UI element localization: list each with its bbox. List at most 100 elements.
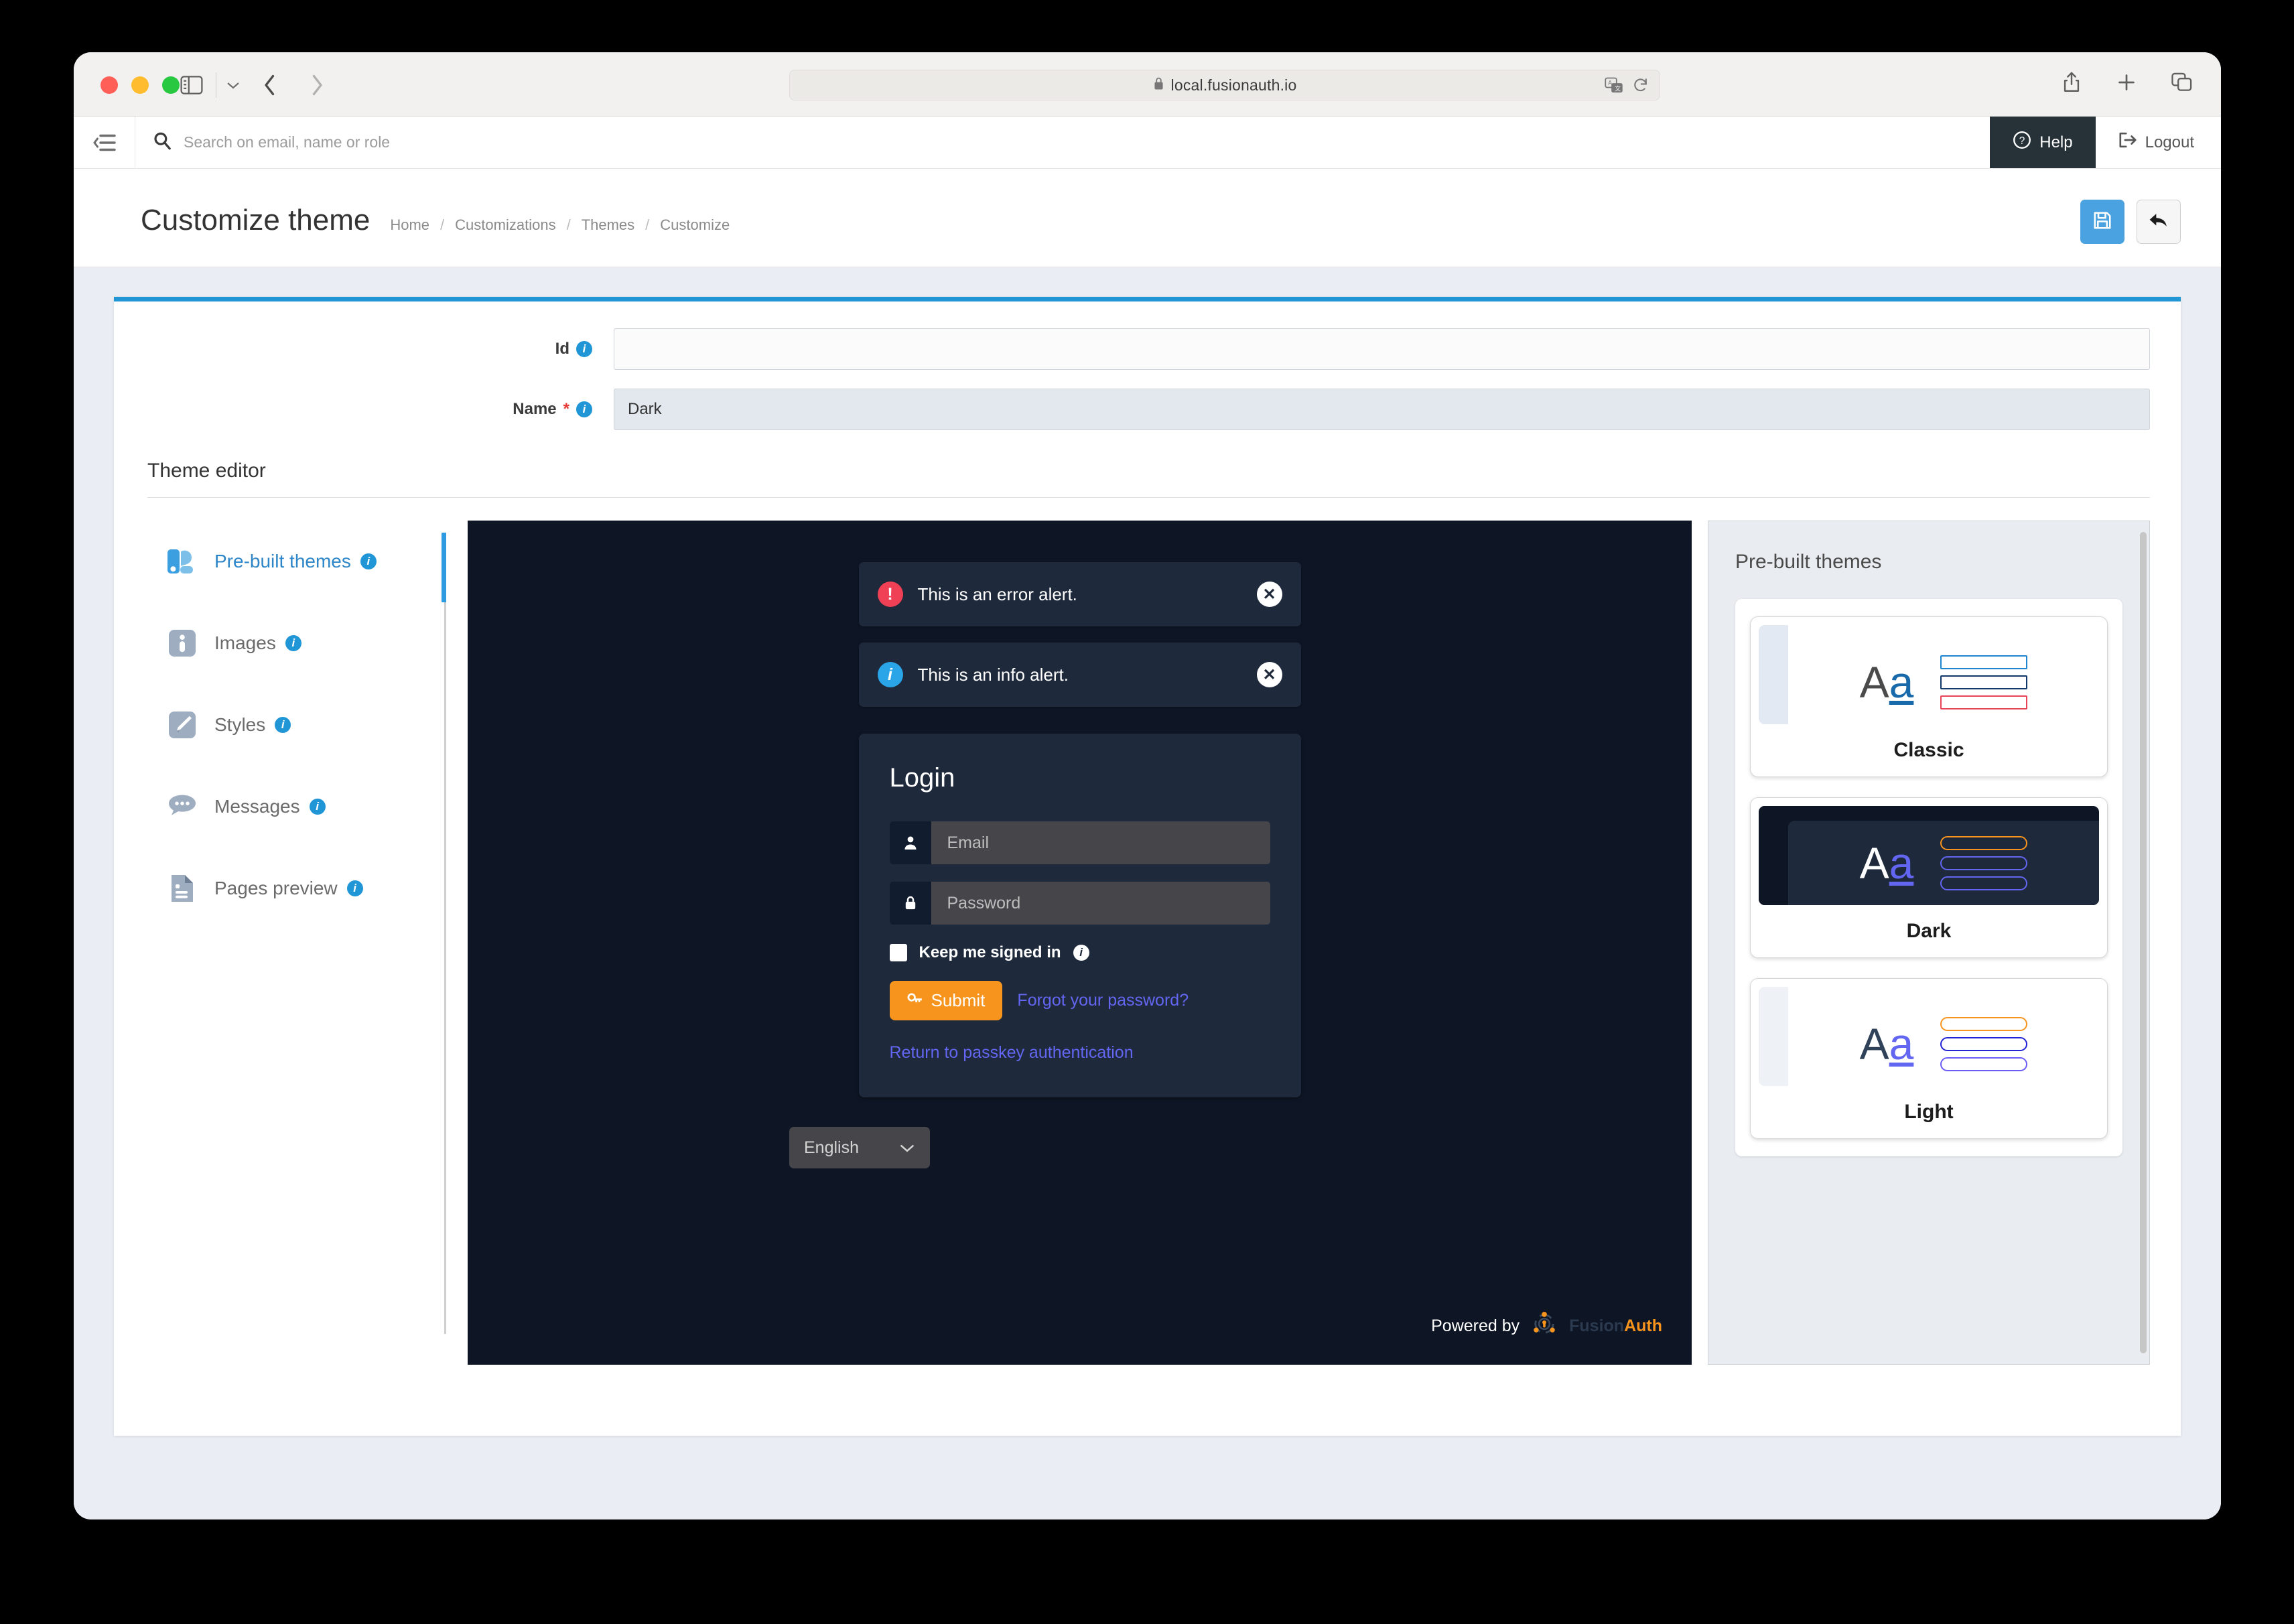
app-topbar: Search on email, name or role ? Help Log…: [74, 117, 2221, 169]
theme-panel-scrollbar[interactable]: [2140, 532, 2147, 1353]
browser-back-button[interactable]: [256, 71, 284, 99]
save-floppy-icon: [2092, 210, 2112, 234]
browser-forward-button[interactable]: [303, 71, 331, 99]
lock-icon: [1153, 76, 1164, 94]
theme-card-dark[interactable]: Aa Dark: [1750, 797, 2108, 958]
breadcrumb-item-customizations[interactable]: Customizations: [455, 216, 555, 234]
prebuilt-themes-label: Pre-built themes: [214, 551, 351, 571]
sidebar-item-pages-preview[interactable]: Pages preview i: [165, 848, 446, 929]
theme-sample-bars: [1940, 835, 2028, 890]
theme-editor-nav: Pre-built themes i Images i Styles i Mes…: [145, 521, 446, 1365]
sidebar-item-label: Styles i: [214, 714, 291, 736]
logout-button[interactable]: Logout: [2096, 117, 2221, 168]
prebuilt-themes-panel-title: Pre-built themes: [1735, 551, 1882, 573]
language-select[interactable]: English: [789, 1127, 930, 1168]
save-button[interactable]: [2080, 200, 2124, 244]
id-input[interactable]: [614, 328, 2150, 370]
lock-icon: [889, 882, 931, 925]
breadcrumb-item-home[interactable]: Home: [390, 216, 429, 234]
back-button[interactable]: [2137, 200, 2181, 244]
close-circle-icon[interactable]: ✕: [1256, 662, 1282, 687]
minimize-window-button[interactable]: [131, 76, 149, 94]
id-field-row: Id i: [145, 328, 2150, 370]
pages-preview-icon: [165, 871, 200, 906]
sidebar-item-label: Pages preview i: [214, 878, 363, 899]
traffic-lights: [100, 76, 180, 94]
breadcrumb-item-themes[interactable]: Themes: [582, 216, 634, 234]
sidebar-item-label: Pre-built themes i: [214, 551, 377, 572]
sidebar-item-prebuilt-themes[interactable]: Pre-built themes i: [165, 521, 446, 602]
theme-editor-section-title: Theme editor: [147, 460, 2150, 498]
close-circle-icon[interactable]: ✕: [1256, 582, 1282, 607]
plus-icon[interactable]: [2116, 72, 2137, 96]
info-icon[interactable]: i: [275, 717, 291, 733]
passkey-authentication-link[interactable]: Return to passkey authentication: [890, 1043, 1270, 1063]
forgot-password-link[interactable]: Forgot your password?: [1017, 991, 1189, 1010]
header-actions: [2080, 197, 2181, 244]
submit-button[interactable]: Submit: [889, 981, 1003, 1020]
info-icon[interactable]: i: [285, 635, 301, 651]
info-icon[interactable]: i: [576, 341, 592, 357]
submit-label: Submit: [931, 990, 986, 1010]
url-bar[interactable]: local.fusionauth.io A 文: [789, 70, 1660, 100]
nav-rail: [444, 533, 446, 1334]
email-placeholder: Email: [931, 821, 1270, 864]
info-icon[interactable]: i: [1073, 945, 1089, 961]
error-alert-text: This is an error alert.: [917, 584, 1077, 604]
help-button[interactable]: ? Help: [1990, 117, 2096, 168]
error-circle-icon: !: [877, 582, 903, 607]
svg-text:?: ?: [2019, 135, 2025, 147]
powered-by-prefix: Powered by: [1431, 1316, 1520, 1335]
key-icon: [907, 990, 923, 1011]
prebuilt-themes-icon: [165, 544, 200, 579]
collapse-menu-icon[interactable]: [74, 117, 135, 168]
share-icon[interactable]: [2062, 71, 2082, 97]
question-circle-icon: ?: [2013, 131, 2031, 154]
page-body: Id i Name * i Dark Theme editor Pre-buil…: [74, 267, 2221, 1519]
theme-sample-bars: [1940, 1016, 2028, 1071]
keep-signed-in-label: Keep me signed in: [919, 943, 1061, 961]
search-input[interactable]: Search on email, name or role: [135, 117, 1990, 168]
language-value: English: [804, 1138, 859, 1157]
theme-list: Aa Classic A a Dark A a Light: [1735, 599, 2122, 1156]
info-icon[interactable]: i: [309, 799, 326, 815]
sidebar-item-styles[interactable]: Styles i: [165, 684, 446, 766]
sign-out-icon: [2118, 131, 2137, 153]
fusionauth-wordmark: FusionAuth: [1569, 1316, 1662, 1336]
breadcrumb: Home / Customizations / Themes / Customi…: [390, 207, 730, 234]
info-icon[interactable]: i: [360, 553, 377, 569]
tab-overview-icon[interactable]: [2171, 72, 2193, 96]
theme-name: Classic: [1893, 739, 1964, 761]
fusionauth-logo-icon: [1529, 1309, 1560, 1343]
sidebar-toggle-icon[interactable]: [178, 71, 206, 99]
password-field[interactable]: Password: [889, 882, 1270, 925]
page-header: Customize theme Home / Customizations / …: [74, 169, 2221, 267]
browser-toolbar-actions: [2062, 71, 2193, 97]
info-icon[interactable]: i: [346, 880, 363, 896]
translate-icon[interactable]: A 文: [1605, 77, 1623, 98]
theme-sample-text: Aa: [1859, 1019, 1914, 1069]
submit-row: Submit Forgot your password?: [889, 981, 1270, 1020]
info-alert-text: This is an info alert.: [917, 664, 1069, 685]
theme-card-light[interactable]: Aa Light: [1750, 978, 2108, 1139]
sidebar-item-images[interactable]: Images i: [165, 602, 446, 684]
password-placeholder: Password: [931, 882, 1270, 925]
close-window-button[interactable]: [100, 76, 118, 94]
breadcrumb-item-customize[interactable]: Customize: [660, 216, 730, 234]
url-text: local.fusionauth.io: [1170, 76, 1297, 94]
theme-sample-text: Aa: [1859, 838, 1914, 888]
email-field[interactable]: Email: [889, 821, 1270, 864]
search-placeholder: Search on email, name or role: [184, 133, 391, 151]
sidebar-item-messages[interactable]: Messages i: [165, 766, 446, 848]
browser-window: local.fusionauth.io A 文 Search on email,…: [74, 52, 2221, 1519]
theme-card-classic[interactable]: Aa Classic: [1750, 616, 2108, 777]
login-title: Login: [889, 763, 955, 793]
reload-icon[interactable]: [1633, 77, 1649, 98]
search-icon: [153, 131, 172, 153]
user-icon: [889, 821, 931, 864]
chevron-down-icon[interactable]: [222, 72, 244, 98]
name-input[interactable]: Dark: [614, 389, 2150, 430]
info-icon[interactable]: i: [576, 401, 592, 417]
keep-signed-in-checkbox[interactable]: [889, 944, 907, 961]
theme-form-card: Id i Name * i Dark Theme editor Pre-buil…: [114, 297, 2181, 1436]
